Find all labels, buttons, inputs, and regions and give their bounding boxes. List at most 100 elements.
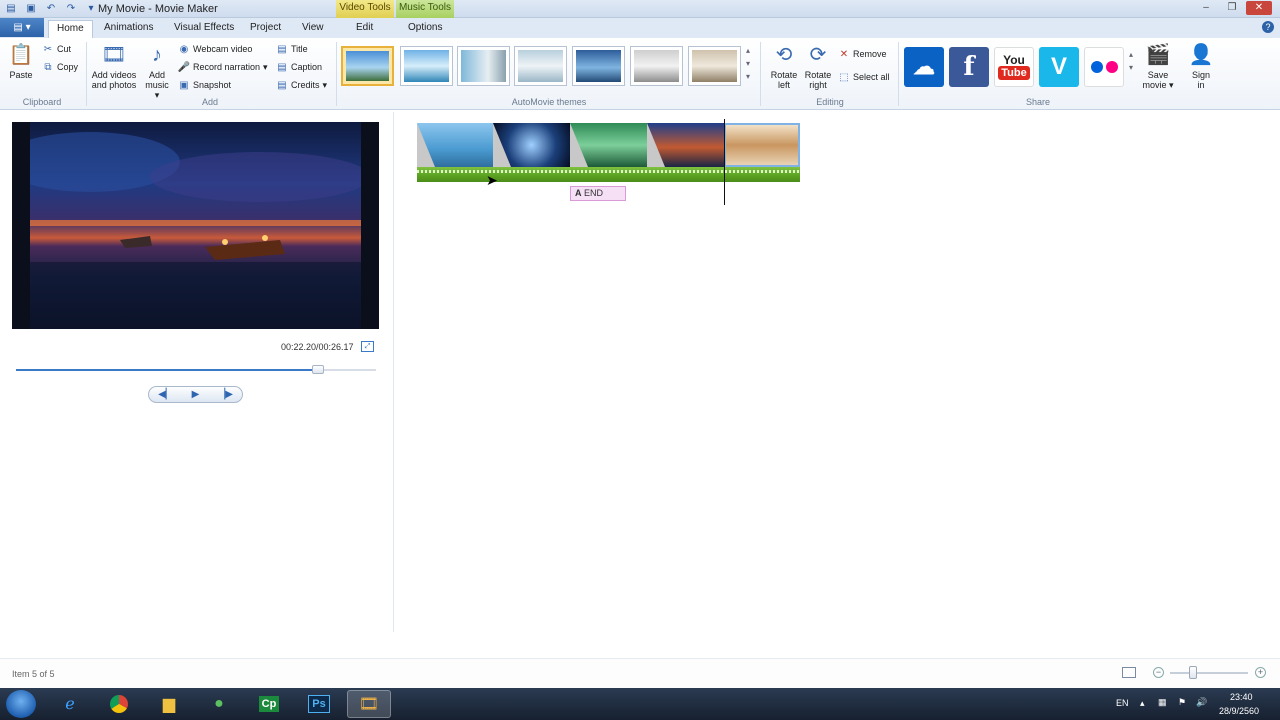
- undo-icon[interactable]: ↶: [44, 2, 58, 15]
- caption-button[interactable]: ▤ Caption: [276, 61, 322, 73]
- copy-button[interactable]: ⧉ Copy: [42, 61, 78, 73]
- theme-thumbnail-pan-zoom[interactable]: [514, 46, 567, 86]
- play-icon[interactable]: ▶: [192, 389, 200, 400]
- scroll-up-icon[interactable]: ▴: [746, 46, 750, 55]
- seek-thumb[interactable]: [312, 365, 325, 374]
- flickr-pink-dot-icon: [1105, 61, 1118, 73]
- tab-home[interactable]: Home: [48, 20, 93, 38]
- remove-button[interactable]: ✕ Remove: [838, 48, 887, 60]
- webcam-video-button[interactable]: ◉ Webcam video: [178, 43, 253, 55]
- paste-button[interactable]: 📋 Paste: [6, 42, 36, 80]
- tray-expand-icon[interactable]: ▴: [1140, 698, 1145, 709]
- zoom-out-icon[interactable]: −: [1153, 667, 1164, 678]
- youtube-icon-top: You: [1003, 53, 1025, 67]
- tab-options[interactable]: Options: [400, 20, 450, 38]
- title-bar: ▤ ▣ ↶ ↷ ▾ My Movie - Movie Maker Video T…: [0, 0, 1280, 18]
- chrome-icon[interactable]: [97, 690, 141, 718]
- thumbnail-size-icon[interactable]: [1122, 667, 1136, 678]
- clip-thumbnail[interactable]: [570, 123, 647, 167]
- fullscreen-icon[interactable]: ⤢: [361, 341, 374, 352]
- theme-thumbnail-fade[interactable]: [457, 46, 510, 86]
- scroll-down-icon[interactable]: ▾: [1129, 63, 1133, 72]
- clip-thumbnail-selected[interactable]: [724, 123, 800, 167]
- tab-animations[interactable]: Animations: [96, 20, 161, 38]
- themes-scroll[interactable]: ▴ ▾ ▾: [746, 46, 750, 81]
- caption-clip[interactable]: A END: [570, 186, 626, 201]
- flickr-share-button[interactable]: [1084, 47, 1124, 87]
- flag-icon[interactable]: ⚑: [1178, 697, 1186, 708]
- expand-gallery-icon[interactable]: ▾: [746, 72, 750, 81]
- qat-dropdown-icon[interactable]: ▾: [84, 2, 98, 15]
- record-narration-button[interactable]: 🎤 Record narration ▾: [178, 61, 268, 73]
- tab-edit[interactable]: Edit: [348, 20, 381, 38]
- rotate-left-button[interactable]: ⟲ Rotate left: [768, 42, 800, 90]
- add-videos-button[interactable]: 🎞 Add videos and photos: [90, 42, 138, 90]
- caption-text: END: [584, 188, 604, 198]
- tab-visual-effects[interactable]: Visual Effects: [166, 20, 242, 38]
- credits-icon: ▤: [277, 79, 287, 91]
- rotate-right-button[interactable]: ⟳ Rotate right: [802, 42, 834, 90]
- clock-date[interactable]: 28/9/2560: [1219, 706, 1259, 716]
- context-music-tools: Music Tools: [396, 0, 454, 18]
- group-divider: [760, 42, 761, 106]
- redo-icon[interactable]: ↷: [64, 2, 78, 15]
- photoshop-icon[interactable]: Ps: [297, 690, 341, 718]
- zoom-in-icon[interactable]: +: [1255, 667, 1266, 678]
- internet-explorer-icon[interactable]: ℯ: [48, 690, 92, 718]
- clock-time[interactable]: 23:40: [1230, 692, 1253, 702]
- movie-maker-icon[interactable]: 🎞: [347, 690, 391, 718]
- theme-thumbnail-contemporary[interactable]: [400, 46, 453, 86]
- zoom-slider-thumb[interactable]: [1189, 666, 1197, 679]
- dropdown-arrow-icon: ▾: [322, 79, 328, 90]
- select-all-button[interactable]: ⬚ Select all: [838, 71, 889, 83]
- rotate-right-label: Rotate: [804, 70, 832, 80]
- clip-thumbnail[interactable]: [493, 123, 570, 167]
- minimize-button[interactable]: –: [1194, 1, 1218, 15]
- next-frame-icon[interactable]: ▕▶: [218, 389, 233, 400]
- panel-divider[interactable]: [393, 112, 394, 632]
- file-menu-button[interactable]: ▤ ▾: [0, 18, 44, 37]
- theme-thumbnail-black-white[interactable]: [630, 46, 683, 86]
- title-button[interactable]: ▤ Title: [276, 43, 307, 55]
- ribbon: 📋 Paste ✂ Cut ⧉ Copy Clipboard 🎞 Add vid…: [0, 38, 1280, 110]
- green-globe-app-icon[interactable]: ●: [197, 690, 241, 718]
- network-icon[interactable]: ▦: [1158, 697, 1167, 708]
- start-button[interactable]: [6, 690, 36, 718]
- add-music-button[interactable]: ♪ Add music ▾: [142, 42, 172, 100]
- scroll-up-icon[interactable]: ▴: [1129, 50, 1133, 59]
- clip-thumbnail[interactable]: [417, 123, 493, 167]
- theme-thumbnail-cinematic[interactable]: [572, 46, 625, 86]
- help-icon[interactable]: ?: [1262, 21, 1274, 33]
- youtube-share-button[interactable]: You Tube: [994, 47, 1034, 87]
- theme-thumbnail-default[interactable]: [341, 46, 394, 86]
- playhead[interactable]: [724, 119, 725, 205]
- tab-project[interactable]: Project: [242, 20, 289, 38]
- onedrive-share-button[interactable]: ☁: [904, 47, 944, 87]
- volume-icon[interactable]: 🔊: [1196, 697, 1207, 708]
- video-preview[interactable]: [12, 122, 379, 329]
- close-button[interactable]: ✕: [1246, 1, 1272, 15]
- language-indicator[interactable]: EN: [1116, 698, 1129, 708]
- credits-button[interactable]: ▤ Credits ▾: [276, 79, 327, 91]
- theme-thumbnail-sepia[interactable]: [688, 46, 741, 86]
- music-track[interactable]: [417, 167, 800, 182]
- sign-in-button[interactable]: 👤 Sign in: [1186, 42, 1216, 90]
- share-scroll[interactable]: ▴ ▾: [1129, 50, 1133, 72]
- tab-view[interactable]: View: [294, 20, 332, 38]
- cut-button[interactable]: ✂ Cut: [42, 43, 71, 55]
- camtasia-cp-icon[interactable]: Cp: [247, 690, 291, 718]
- vimeo-share-button[interactable]: V: [1039, 47, 1079, 87]
- clip-thumbnail[interactable]: [647, 123, 724, 167]
- snapshot-button[interactable]: ▣ Snapshot: [178, 79, 231, 91]
- scroll-down-icon[interactable]: ▾: [746, 59, 750, 68]
- maximize-button[interactable]: ❐: [1220, 1, 1244, 15]
- previous-frame-icon[interactable]: ◀▏: [158, 389, 173, 400]
- app-menu-icon[interactable]: ▤: [4, 2, 18, 15]
- facebook-share-button[interactable]: f: [949, 47, 989, 87]
- zoom-slider[interactable]: [1170, 672, 1248, 674]
- group-divider: [86, 42, 87, 106]
- cut-label: Cut: [57, 44, 72, 54]
- file-explorer-icon[interactable]: ▆: [147, 690, 191, 718]
- save-movie-button[interactable]: 🎬 Save movie ▾: [1142, 42, 1174, 90]
- save-icon[interactable]: ▣: [24, 2, 38, 15]
